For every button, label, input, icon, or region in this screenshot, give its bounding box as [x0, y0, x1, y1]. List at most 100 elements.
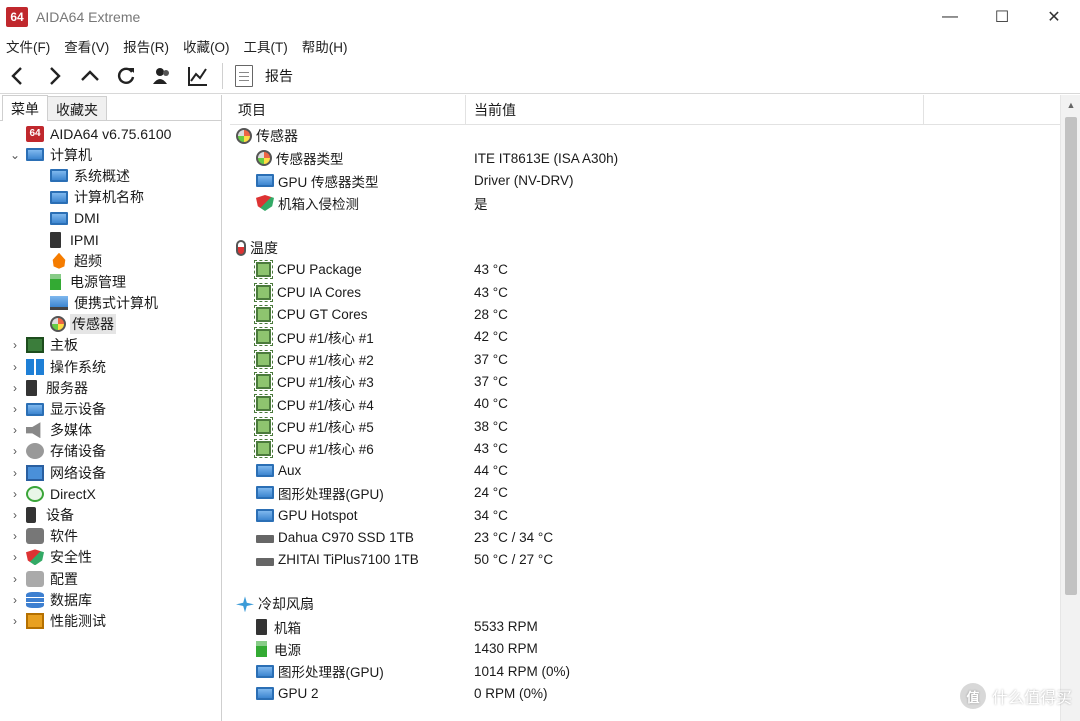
chevron-right-icon[interactable]: › — [8, 593, 22, 607]
tree-item[interactable]: 超频 — [0, 250, 221, 271]
tree-item[interactable]: › 性能测试 — [0, 610, 221, 631]
tree-item[interactable]: › 安全性 — [0, 547, 221, 568]
sensor-row[interactable]: ZHITAI TiPlus7100 1TB 50 °C / 27 °C — [230, 549, 1060, 571]
chevron-right-icon[interactable]: › — [8, 402, 22, 416]
tree-item[interactable]: › 网络设备 — [0, 462, 221, 483]
column-header-item[interactable]: 项目 — [230, 94, 466, 125]
chevron-right-icon[interactable]: › — [8, 508, 22, 522]
tree-item[interactable]: 计算机名称 — [0, 187, 221, 208]
chevron-right-icon[interactable]: › — [8, 529, 22, 543]
chart-button[interactable] — [180, 59, 216, 93]
disk-icon — [256, 535, 274, 544]
tree-item[interactable]: 传感器 — [0, 314, 221, 335]
maximize-button[interactable]: ☐ — [976, 0, 1028, 34]
sensor-row[interactable]: Dahua C970 SSD 1TB 23 °C / 34 °C — [230, 526, 1060, 548]
tree-item[interactable]: IPMI — [0, 229, 221, 250]
tree-item[interactable]: › 软件 — [0, 526, 221, 547]
tree-item[interactable]: › 配置 — [0, 568, 221, 589]
chip-icon — [254, 438, 273, 458]
sensor-row[interactable]: 传感器类型 ITE IT8613E (ISA A30h) — [230, 147, 1060, 169]
monitor-icon — [50, 169, 68, 183]
sensor-row[interactable]: GPU Hotspot 34 °C — [230, 504, 1060, 526]
tree-item[interactable]: › 操作系统 — [0, 356, 221, 377]
sensor-row[interactable]: 电源 1430 RPM — [230, 638, 1060, 660]
sensor-row[interactable]: CPU IA Cores 43 °C — [230, 281, 1060, 303]
menu-item-3[interactable]: 收藏(O) — [183, 36, 230, 56]
sensor-row[interactable]: CPU Package 43 °C — [230, 259, 1060, 281]
sensor-name-cell: CPU GT Cores — [230, 305, 474, 325]
sensor-row[interactable]: CPU #1/核心 #2 37 °C — [230, 348, 1060, 370]
chip-icon — [254, 305, 273, 325]
tree-item[interactable]: › 存储设备 — [0, 441, 221, 462]
sensor-row[interactable]: CPU #1/核心 #5 38 °C — [230, 415, 1060, 437]
tree-item-label: 设备 — [46, 506, 74, 523]
tree-item[interactable]: › 数据库 — [0, 589, 221, 610]
menu-item-2[interactable]: 报告(R) — [123, 36, 169, 56]
tree-item[interactable]: 系统概述 — [0, 165, 221, 186]
power-icon — [50, 273, 61, 290]
tree-item[interactable]: ⌄ 计算机 — [0, 144, 221, 165]
scrollbar-thumb[interactable] — [1065, 117, 1077, 595]
back-button[interactable] — [0, 59, 36, 93]
sensor-name-cell: CPU IA Cores — [230, 282, 474, 302]
tree-item[interactable]: DMI — [0, 208, 221, 229]
tree-item-label: DMI — [74, 210, 100, 227]
section-header: 冷却风扇 — [230, 593, 1060, 615]
chevron-right-icon[interactable]: › — [8, 338, 22, 352]
chevron-right-icon[interactable]: › — [8, 423, 22, 437]
chevron-right-icon[interactable]: › — [8, 360, 22, 374]
user-button[interactable] — [144, 59, 180, 93]
sensor-name-cell: Aux — [230, 463, 474, 478]
sensor-row[interactable]: GPU 传感器类型 Driver (NV-DRV) — [230, 170, 1060, 192]
sensor-row[interactable]: CPU GT Cores 28 °C — [230, 303, 1060, 325]
tree-item[interactable]: 便携式计算机 — [0, 293, 221, 314]
menu-item-1[interactable]: 查看(V) — [64, 36, 109, 56]
report-icon[interactable] — [235, 64, 253, 87]
sensor-row[interactable]: CPU #1/核心 #3 37 °C — [230, 370, 1060, 392]
sensor-row[interactable]: Aux 44 °C — [230, 459, 1060, 481]
up-button[interactable] — [72, 59, 108, 93]
sensor-row[interactable]: CPU #1/核心 #6 43 °C — [230, 437, 1060, 459]
chip-icon — [254, 416, 273, 436]
chevron-right-icon[interactable]: › — [8, 466, 22, 480]
tree-item[interactable]: › 多媒体 — [0, 420, 221, 441]
vertical-scrollbar[interactable]: ▲ — [1060, 95, 1080, 721]
sensor-row[interactable]: 机箱 5533 RPM — [230, 616, 1060, 638]
sensor-row[interactable]: 机箱入侵检测 是 — [230, 192, 1060, 214]
sensor-row[interactable]: 图形处理器(GPU) 24 °C — [230, 482, 1060, 504]
chevron-right-icon[interactable]: › — [8, 487, 22, 501]
menu-item-5[interactable]: 帮助(H) — [302, 36, 348, 56]
column-header-value[interactable]: 当前值 — [466, 94, 924, 125]
report-label[interactable]: 报告 — [265, 66, 293, 86]
tree-item[interactable]: › 服务器 — [0, 377, 221, 398]
menu-item-0[interactable]: 文件(F) — [6, 36, 50, 56]
close-button[interactable]: ✕ — [1028, 0, 1080, 34]
sensor-row[interactable]: GPU 2 0 RPM (0%) — [230, 682, 1060, 704]
refresh-button[interactable] — [108, 59, 144, 93]
chevron-right-icon[interactable]: › — [8, 381, 22, 395]
gauge-icon — [256, 150, 272, 167]
chevron-down-icon[interactable]: ⌄ — [8, 148, 22, 162]
menu-item-4[interactable]: 工具(T) — [244, 36, 288, 56]
tree-item[interactable]: › 主板 — [0, 335, 221, 356]
sensor-row[interactable]: CPU #1/核心 #4 40 °C — [230, 393, 1060, 415]
tree-item[interactable]: 64 AIDA64 v6.75.6100 — [0, 123, 221, 144]
tree-item[interactable]: › 显示设备 — [0, 398, 221, 419]
sensor-row[interactable]: 图形处理器(GPU) 1014 RPM (0%) — [230, 660, 1060, 682]
chevron-right-icon[interactable]: › — [8, 614, 22, 628]
scroll-up-arrow-icon[interactable]: ▲ — [1061, 95, 1080, 115]
minimize-button[interactable]: — — [924, 0, 976, 34]
tab-favorites[interactable]: 收藏夹 — [47, 96, 107, 120]
sensor-row[interactable]: CPU #1/核心 #1 42 °C — [230, 326, 1060, 348]
tree-item[interactable]: › DirectX — [0, 483, 221, 504]
chevron-right-icon[interactable]: › — [8, 444, 22, 458]
monitor-icon — [256, 687, 274, 701]
chevron-right-icon[interactable]: › — [8, 550, 22, 564]
chevron-right-icon[interactable]: › — [8, 572, 22, 586]
tree-item[interactable]: › 设备 — [0, 504, 221, 525]
sensor-name-cell: CPU #1/核心 #1 — [230, 327, 474, 347]
forward-button[interactable] — [36, 59, 72, 93]
tree-item[interactable]: 电源管理 — [0, 271, 221, 292]
tab-menu[interactable]: 菜单 — [2, 95, 48, 121]
